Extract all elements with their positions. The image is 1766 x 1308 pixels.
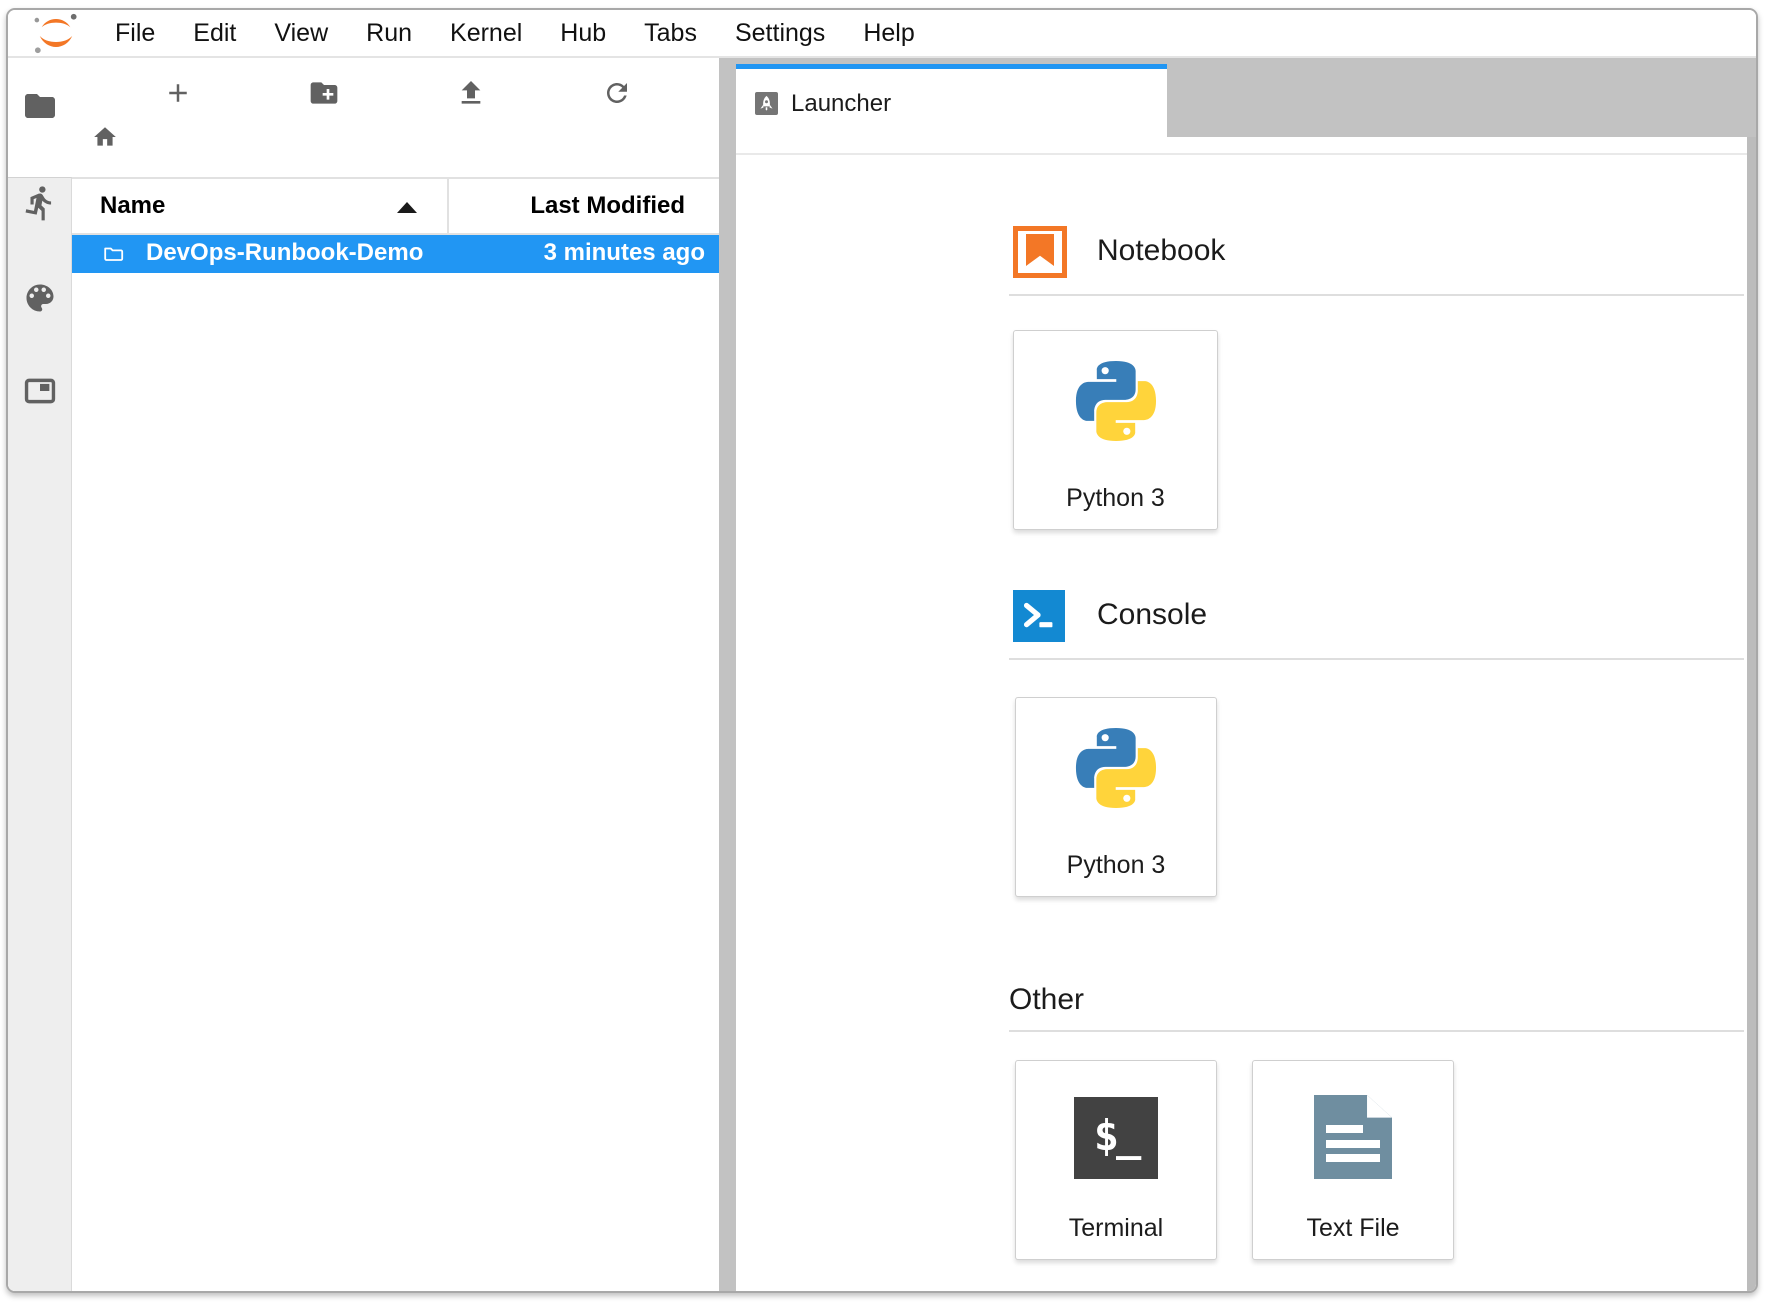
terminal-icon: $_	[1074, 1097, 1158, 1179]
card-label: Python 3	[1016, 851, 1216, 880]
section-divider	[1009, 658, 1744, 660]
launcher-card-terminal[interactable]: $_ Terminal	[1015, 1060, 1217, 1260]
file-browser-toolbar	[105, 62, 690, 124]
name-column-header[interactable]: Name	[100, 179, 165, 233]
notebook-icon	[1013, 226, 1067, 278]
tab-launcher[interactable]: Launcher	[736, 64, 1167, 138]
files-folder-icon[interactable]	[22, 88, 58, 124]
console-icon	[1013, 590, 1065, 642]
folder-icon	[100, 242, 128, 266]
sidebar-background	[8, 177, 72, 1291]
new-folder-button[interactable]	[251, 62, 397, 124]
new-folder-icon	[308, 77, 340, 109]
file-list-header: Name Last Modified	[72, 177, 719, 235]
main-tab-bar: Launcher	[719, 58, 1756, 137]
running-man-icon[interactable]	[21, 184, 59, 222]
sort-ascending-icon	[397, 202, 417, 213]
python-logo	[1068, 720, 1164, 816]
app-window: File Edit View Run Kernel Hub Tabs Setti…	[6, 8, 1758, 1293]
upload-button[interactable]	[398, 62, 544, 124]
section-title-other: Other	[1009, 983, 1084, 1017]
card-label: Python 3	[1014, 484, 1217, 513]
left-sidebar	[8, 58, 72, 1291]
menu-item-kernel[interactable]: Kernel	[431, 10, 541, 56]
launcher-card-console-python3[interactable]: Python 3	[1015, 697, 1217, 897]
column-divider	[447, 179, 449, 233]
menu-item-file[interactable]: File	[96, 10, 174, 56]
tab-launcher-label: Launcher	[791, 90, 891, 118]
launcher-card-text-file[interactable]: Text File	[1252, 1060, 1454, 1260]
menu-item-tabs[interactable]: Tabs	[625, 10, 716, 56]
menu-item-help[interactable]: Help	[844, 10, 933, 56]
last-modified-column-header[interactable]: Last Modified	[530, 179, 685, 233]
section-divider	[1009, 294, 1744, 296]
launcher-panel: Notebook Python 3 Console	[736, 137, 1756, 1291]
scrollbar[interactable]	[1747, 137, 1756, 1291]
launcher-rocket-icon	[755, 92, 778, 115]
file-browser-panel: Name Last Modified DevOps-Runbook-Demo 3…	[72, 58, 719, 1291]
new-launcher-button[interactable]	[105, 62, 251, 124]
plus-icon	[163, 78, 193, 108]
upload-icon	[455, 77, 487, 109]
terminal-prompt-glyph: $_	[1094, 1111, 1139, 1166]
menu-item-settings[interactable]: Settings	[716, 10, 844, 56]
bookmark-shape	[1026, 234, 1054, 266]
menu-item-view[interactable]: View	[255, 10, 347, 56]
card-label: Text File	[1253, 1214, 1453, 1243]
python-logo	[1068, 353, 1164, 449]
menu-item-run[interactable]: Run	[347, 10, 431, 56]
panel-splitter[interactable]	[719, 58, 736, 1291]
refresh-icon	[602, 78, 632, 108]
palette-icon[interactable]	[22, 280, 58, 316]
home-breadcrumb-icon[interactable]	[92, 124, 118, 150]
section-title-console: Console	[1097, 598, 1207, 632]
menu-item-edit[interactable]: Edit	[174, 10, 255, 56]
section-divider	[1009, 1030, 1744, 1032]
file-name: DevOps-Runbook-Demo	[146, 235, 423, 273]
tabs-icon[interactable]	[22, 374, 58, 408]
text-file-icon	[1314, 1095, 1392, 1179]
launcher-top-border	[736, 153, 1756, 155]
jupyter-logo-icon	[28, 11, 84, 55]
file-row-selected[interactable]: DevOps-Runbook-Demo 3 minutes ago	[72, 235, 719, 273]
menu-bar: File Edit View Run Kernel Hub Tabs Setti…	[8, 10, 1756, 58]
jupyterlab-screen: File Edit View Run Kernel Hub Tabs Setti…	[0, 0, 1766, 1308]
launcher-card-notebook-python3[interactable]: Python 3	[1013, 330, 1218, 530]
file-modified-time: 3 minutes ago	[544, 235, 705, 273]
section-title-notebook: Notebook	[1097, 234, 1225, 268]
menu-item-hub[interactable]: Hub	[541, 10, 625, 56]
refresh-button[interactable]	[544, 62, 690, 124]
card-label: Terminal	[1016, 1214, 1216, 1243]
